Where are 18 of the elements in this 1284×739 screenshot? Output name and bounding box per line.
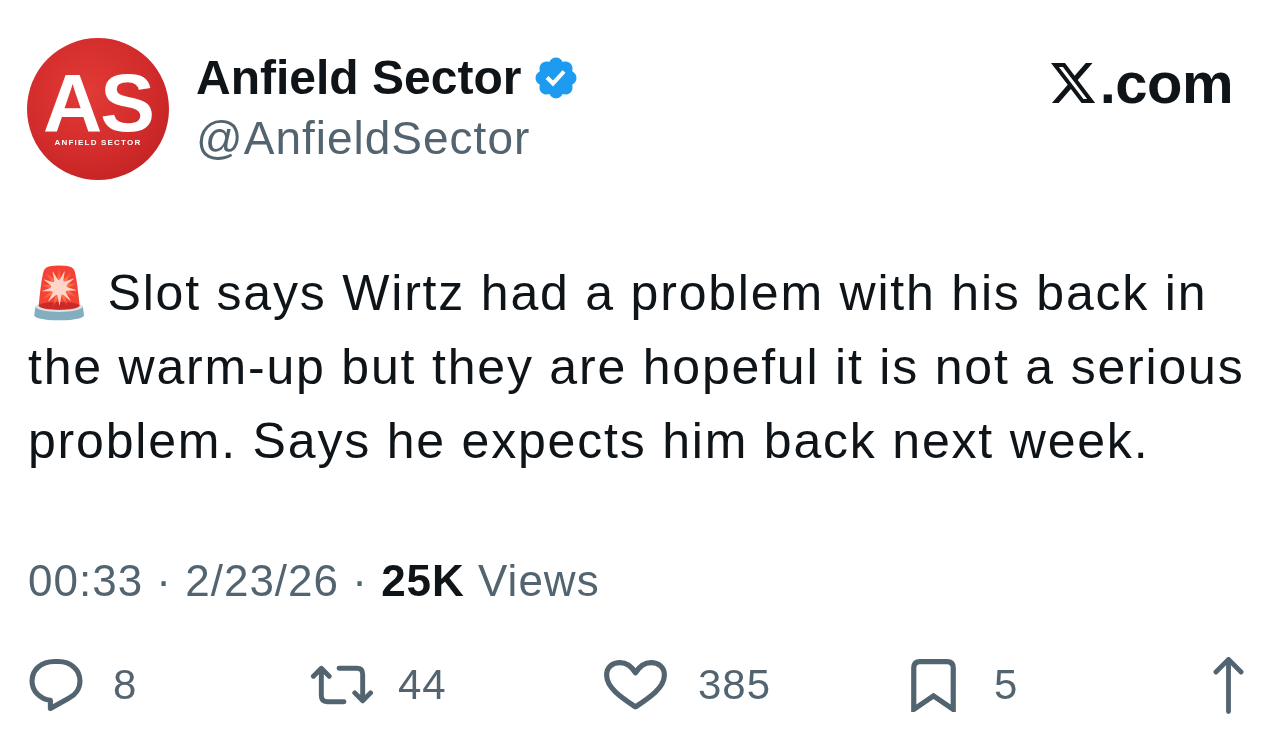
repost-arrows-icon: [310, 664, 374, 706]
bookmark-icon: [911, 658, 956, 712]
logo-caption: ANFIELD SECTOR: [54, 137, 142, 148]
site-wordmark: .com: [1099, 53, 1233, 113]
reply-button[interactable]: 8: [29, 659, 138, 711]
heart-icon: [604, 660, 667, 710]
like-button[interactable]: 385: [604, 660, 772, 710]
share-arrow-icon: [1213, 656, 1244, 714]
bookmark-button[interactable]: 5: [911, 658, 1019, 712]
tweet-text: 🚨 Slot says Wirtz had a problem with his back in the warm-up but they are hopeful it is not a serious problem. Says he expects him back next week.: [28, 264, 1246, 471]
tweet-meta: 00:33 · 2/23/26 · 25K Views: [28, 555, 600, 607]
speech-bubble-icon: [29, 659, 83, 711]
account-name[interactable]: Anfield Sector: [196, 50, 522, 106]
logo-monogram: AS: [43, 72, 153, 133]
share-button[interactable]: [1213, 656, 1244, 714]
repost-button[interactable]: 44: [310, 660, 447, 710]
account-handle[interactable]: @AnfieldSector: [196, 110, 531, 166]
x-logo-icon: [1050, 61, 1095, 105]
